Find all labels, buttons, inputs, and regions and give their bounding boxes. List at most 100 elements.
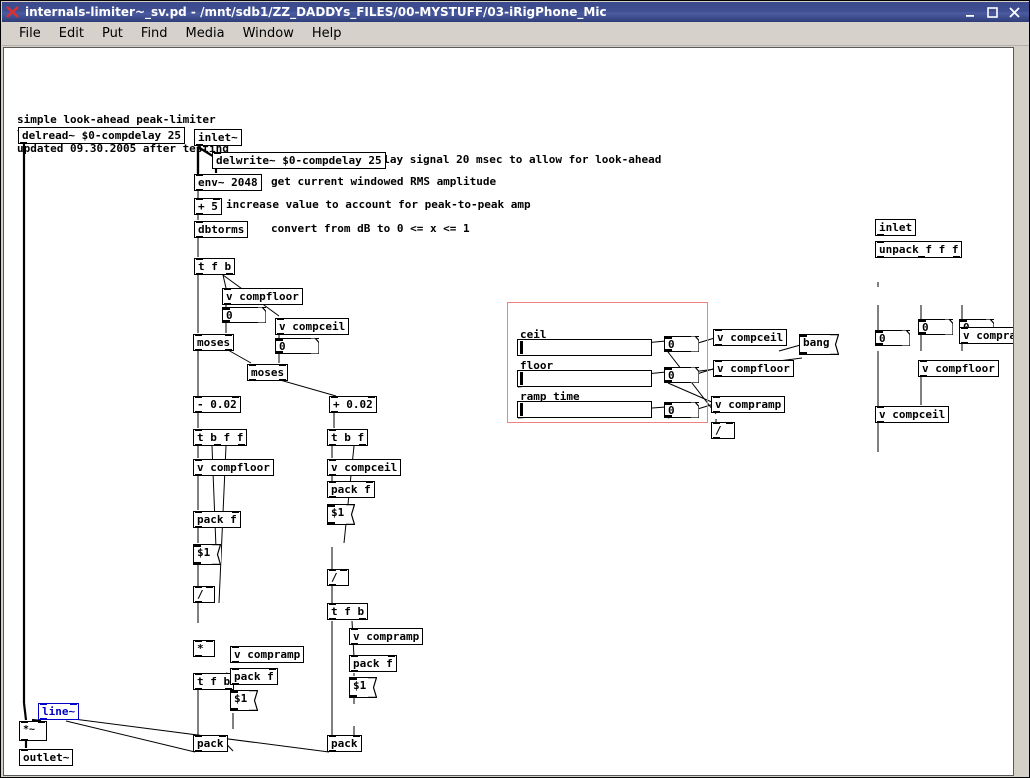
object-env[interactable]: env~ 2048 xyxy=(194,174,262,191)
object-plus-002[interactable]: + 0.02 xyxy=(329,396,377,413)
numbox-right-ceil[interactable]: 0 xyxy=(875,330,910,346)
hslider-ramp-time[interactable] xyxy=(517,401,652,418)
object-pack-f-left-low[interactable]: pack f xyxy=(230,668,278,685)
numbox-body: 0 xyxy=(875,330,910,346)
object-plus5[interactable]: + 5 xyxy=(194,198,222,215)
object-multiply-signal[interactable]: *~ xyxy=(19,721,47,741)
object-minus-002[interactable]: - 0.02 xyxy=(193,396,241,413)
object-inlet-control[interactable]: inlet xyxy=(875,219,917,236)
object-label: t f b xyxy=(198,260,232,273)
message-dollar1-left[interactable]: $1 xyxy=(193,544,221,565)
object-t-f-b-main[interactable]: t f b xyxy=(194,258,236,275)
object-label: t f b xyxy=(331,605,365,618)
numbox-right-floor[interactable]: 0 xyxy=(918,319,953,335)
outlet-nub xyxy=(231,708,238,710)
object-pack-mid[interactable]: pack xyxy=(327,735,362,752)
object-v-compfloor-a[interactable]: v compfloor xyxy=(222,288,303,305)
object-t-f-b-left-low[interactable]: t f b xyxy=(193,673,235,690)
message-label: bang xyxy=(803,336,830,349)
inlet-nub xyxy=(877,241,884,243)
object-delread[interactable]: delread~ $0-compdelay 25 xyxy=(18,127,185,144)
object-pack-f-mid[interactable]: pack f xyxy=(327,481,375,498)
numbox-compfloor[interactable]: 0 xyxy=(222,307,266,323)
object-outlet-signal[interactable]: outlet~ xyxy=(19,749,74,766)
inlet-nub xyxy=(232,646,239,648)
hslider-knob[interactable] xyxy=(520,372,523,385)
menu-edit[interactable]: Edit xyxy=(50,24,93,43)
object-t-b-f[interactable]: t b f xyxy=(327,429,369,446)
object-pack-f-mid-low[interactable]: pack f xyxy=(349,655,397,672)
menu-help[interactable]: Help xyxy=(303,24,351,43)
outlet-nub-right xyxy=(279,379,287,381)
menu-media[interactable]: Media xyxy=(177,24,234,43)
object-line-signal[interactable]: line~ xyxy=(38,703,80,720)
outlet-nub xyxy=(351,643,358,645)
outlet-nub xyxy=(877,421,884,423)
numbox-ramp-slider[interactable]: 0 xyxy=(664,402,699,418)
inlet-nub-right xyxy=(231,396,239,398)
object-label: - 0.02 xyxy=(197,398,237,411)
object-inlet-signal[interactable]: inlet~ xyxy=(194,129,242,146)
object-t-b-f-f[interactable]: t b f f xyxy=(193,429,248,446)
hslider-ceil[interactable] xyxy=(517,339,652,356)
numbox-ceil-slider[interactable]: 0 xyxy=(664,336,699,352)
object-pack-left[interactable]: pack xyxy=(193,735,228,752)
menu-find[interactable]: Find xyxy=(132,24,177,43)
object-delwrite[interactable]: delwrite~ $0-compdelay 25 xyxy=(212,152,386,169)
object-v-compfloor-right[interactable]: v compfloor xyxy=(918,360,999,377)
object-moses-2[interactable]: moses xyxy=(247,364,289,381)
message-dollar1-left-low[interactable]: $1 xyxy=(230,690,258,711)
object-v-compceil-right[interactable]: v compceil xyxy=(875,406,950,423)
object-v-compramp-left[interactable]: v compramp xyxy=(230,646,305,663)
object-label: v compfloor xyxy=(922,362,995,375)
menu-put[interactable]: Put xyxy=(93,24,132,43)
object-v-compceil-b[interactable]: v compceil xyxy=(327,459,402,476)
maximize-button[interactable] xyxy=(986,6,999,19)
object-v-compceil-top[interactable]: v compceil xyxy=(275,318,350,335)
close-button[interactable] xyxy=(1008,6,1021,19)
patch-canvas-frame: simple look-ahead peak-limiter lcb 09.24… xyxy=(3,47,1014,776)
inlet-nub-right xyxy=(38,721,45,723)
object-divide-left[interactable]: / xyxy=(193,586,215,603)
inlet-nub xyxy=(876,331,883,333)
message-bang[interactable]: bang xyxy=(799,334,839,355)
outlet-nub-1 xyxy=(195,444,202,446)
inlet-nub xyxy=(196,258,203,260)
object-divide-slider[interactable]: / xyxy=(711,422,735,439)
hslider-knob[interactable] xyxy=(520,341,523,354)
inlet-nub-right xyxy=(70,703,78,705)
minimize-button[interactable] xyxy=(964,6,977,19)
hslider-knob[interactable] xyxy=(520,403,523,416)
object-v-compramp-slider[interactable]: v compramp xyxy=(711,396,786,413)
outlet-nub-right xyxy=(359,618,367,620)
outlet-nub xyxy=(350,695,357,697)
object-v-compfloor-slider[interactable]: v compfloor xyxy=(713,360,794,377)
message-dollar1-mid[interactable]: $1 xyxy=(327,504,355,525)
message-dollar1-mid-low[interactable]: $1 xyxy=(349,677,377,698)
object-divide-mid[interactable]: / xyxy=(327,569,349,586)
object-v-compramp-mid[interactable]: v compramp xyxy=(349,628,424,645)
numbox-floor-slider[interactable]: 0 xyxy=(664,367,699,383)
numbox-compceil[interactable]: 0 xyxy=(275,338,319,354)
inlet-nub-right xyxy=(206,586,213,588)
object-unpack[interactable]: unpack f f f xyxy=(875,241,963,258)
object-v-compfloor-b[interactable]: v compfloor xyxy=(193,459,274,476)
title-bar: internals-limiter~_sv.pd - /mnt/sdb1/ZZ_… xyxy=(2,2,1029,22)
inlet-nub xyxy=(276,339,283,341)
object-multiply-left[interactable]: * xyxy=(193,640,215,657)
object-t-f-b-mid-low[interactable]: t f b xyxy=(327,603,369,620)
menu-window[interactable]: Window xyxy=(234,24,303,43)
object-pack-f-left[interactable]: pack f xyxy=(193,511,241,528)
menu-file[interactable]: File xyxy=(10,24,50,43)
object-label: / xyxy=(331,571,338,584)
object-v-compramp-right[interactable]: v compramp xyxy=(959,327,1013,344)
object-moses-1[interactable]: moses xyxy=(193,334,235,351)
hslider-floor[interactable] xyxy=(517,370,652,387)
message-body: $1 xyxy=(349,677,377,698)
outlet-nub xyxy=(196,189,203,191)
object-v-compceil-slider[interactable]: v compceil xyxy=(713,329,788,346)
inlet-nub xyxy=(920,360,927,362)
object-dbtorms[interactable]: dbtorms xyxy=(194,221,249,238)
patch-canvas[interactable]: simple look-ahead peak-limiter lcb 09.24… xyxy=(4,48,1013,775)
outlet-nub xyxy=(800,352,807,354)
